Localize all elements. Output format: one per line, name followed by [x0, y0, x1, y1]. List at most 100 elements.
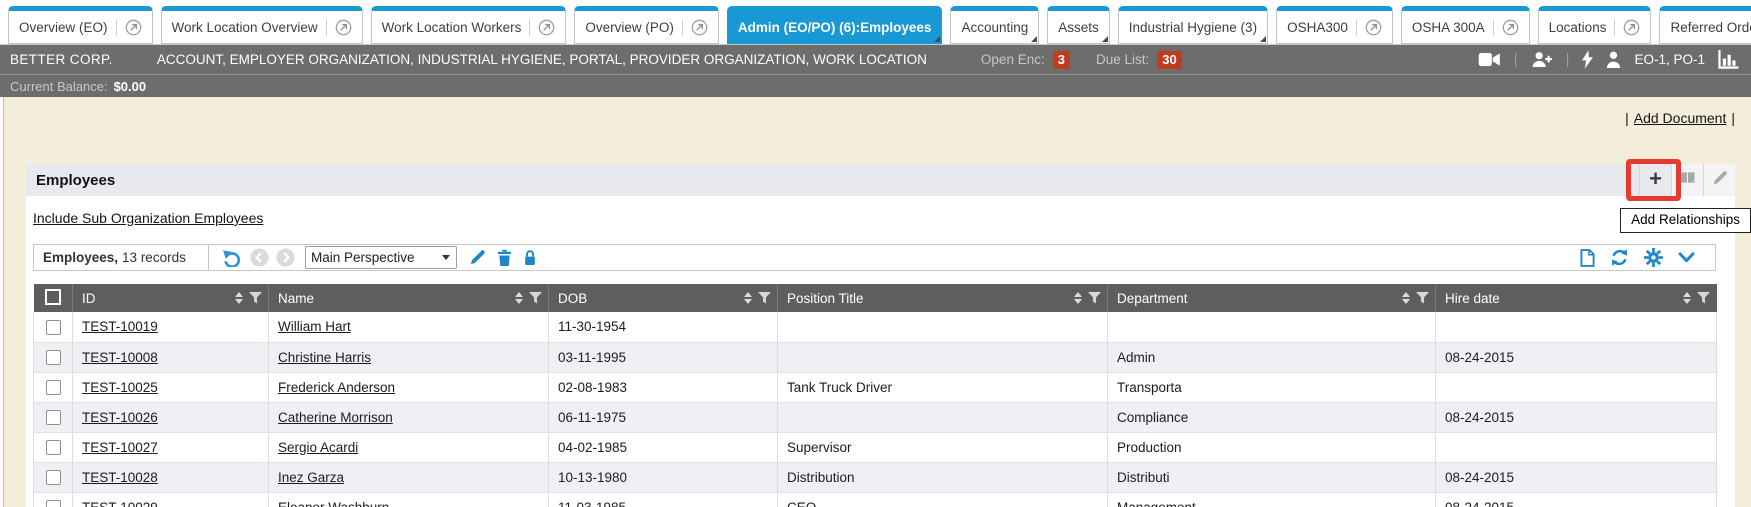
edit-pencil-icon[interactable] — [469, 249, 486, 266]
column-header[interactable]: DOB — [549, 284, 778, 312]
open-in-new-window-icon[interactable] — [529, 19, 555, 36]
employee-name-link[interactable]: Catherine Morrison — [278, 410, 393, 425]
tab[interactable]: Work Location Overview — [161, 6, 363, 44]
employee-id-link[interactable]: TEST-10008 — [82, 350, 158, 365]
add-person-icon[interactable] — [1531, 51, 1553, 68]
employee-name-link[interactable]: Inez Garza — [278, 470, 344, 485]
open-enc-badge[interactable]: 3 — [1053, 51, 1070, 69]
tab[interactable]: OSHA300 — [1276, 6, 1393, 44]
tab[interactable]: Referred Orders — [1659, 6, 1751, 44]
column-label: DOB — [558, 291, 587, 306]
employee-id-link[interactable]: TEST-10025 — [82, 380, 158, 395]
table-row[interactable]: TEST-10025 Frederick Anderson 02-08-1983… — [34, 372, 1717, 402]
table-row[interactable]: TEST-10027 Sergio Acardi 04-02-1985 Supe… — [34, 432, 1717, 462]
collapse-chevron-icon[interactable] — [1678, 252, 1695, 263]
previous-icon[interactable] — [250, 248, 269, 267]
employee-id-link[interactable]: TEST-10027 — [82, 440, 158, 455]
tab[interactable]: Locations — [1538, 6, 1652, 44]
table-row[interactable]: TEST-10026 Catherine Morrison 06-11-1975… — [34, 402, 1717, 432]
employee-hire-date-cell — [1436, 312, 1717, 342]
open-in-new-window-icon[interactable] — [1356, 19, 1382, 36]
employee-name-link[interactable]: Sergio Acardi — [278, 440, 358, 455]
next-icon[interactable] — [276, 248, 295, 267]
employee-id-link[interactable]: TEST-10026 — [82, 410, 158, 425]
employee-id-link[interactable]: TEST-10029 — [82, 500, 158, 507]
employee-name-link[interactable]: William Hart — [278, 319, 351, 334]
video-camera-icon[interactable] — [1478, 52, 1501, 67]
settings-gear-icon[interactable] — [1644, 248, 1663, 267]
employee-name-cell: Inez Garza — [269, 462, 549, 492]
open-in-new-window-icon[interactable] — [1614, 19, 1640, 36]
filter-funnel-icon[interactable] — [1088, 292, 1101, 304]
relationships-book-button[interactable] — [1671, 164, 1703, 196]
select-all-header[interactable] — [34, 284, 73, 312]
tab[interactable]: Accounting — [950, 6, 1039, 44]
employee-position-cell: CEO — [778, 492, 1108, 507]
row-checkbox[interactable] — [46, 380, 61, 395]
column-header[interactable]: Position Title — [778, 284, 1108, 312]
tab[interactable]: OSHA 300A — [1401, 6, 1530, 44]
select-all-checkbox[interactable] — [45, 289, 61, 305]
tab[interactable]: Overview (EO) — [8, 6, 153, 44]
tab[interactable]: Industrial Hygiene (3) — [1118, 6, 1268, 44]
employee-id-link[interactable]: TEST-10019 — [82, 319, 158, 334]
add-relationships-button[interactable]: + — [1639, 164, 1671, 196]
employee-name-link[interactable]: Frederick Anderson — [278, 380, 395, 395]
tab-label: OSHA300 — [1287, 20, 1348, 35]
employee-id-link[interactable]: TEST-10028 — [82, 470, 158, 485]
row-checkbox[interactable] — [46, 500, 61, 507]
filter-funnel-icon[interactable] — [249, 292, 262, 304]
tab[interactable]: Admin (EO/PO) (6):Employees — [727, 6, 943, 44]
column-header[interactable]: Department — [1108, 284, 1436, 312]
trash-icon[interactable] — [497, 249, 512, 267]
row-checkbox[interactable] — [46, 320, 61, 335]
table-row[interactable]: TEST-10028 Inez Garza 10-13-1980 Distrib… — [34, 462, 1717, 492]
refresh-icon[interactable] — [1610, 248, 1629, 267]
lightning-icon[interactable] — [1582, 50, 1593, 69]
row-checkbox[interactable] — [46, 440, 61, 455]
new-document-icon[interactable] — [1580, 249, 1595, 267]
column-header[interactable]: Hire date — [1436, 284, 1717, 312]
include-sub-organization-link[interactable]: Include Sub Organization Employees — [33, 210, 263, 226]
tab[interactable]: Assets — [1047, 6, 1110, 44]
balance-bar: Current Balance: $0.00 — [0, 74, 1751, 97]
sort-icon[interactable] — [744, 292, 752, 304]
due-list-badge[interactable]: 30 — [1157, 51, 1181, 69]
filter-funnel-icon[interactable] — [1697, 292, 1710, 304]
open-in-new-window-icon[interactable] — [682, 19, 708, 36]
perspective-select[interactable]: Main Perspective — [305, 246, 457, 269]
sort-icon[interactable] — [1402, 292, 1410, 304]
table-row[interactable]: TEST-10029 Eleanor Washburn 11-03-1985 C… — [34, 492, 1717, 507]
column-label: Hire date — [1445, 291, 1500, 306]
bar-chart-icon[interactable] — [1718, 50, 1739, 69]
sort-icon[interactable] — [1074, 292, 1082, 304]
table-body: TEST-10019 William Hart 11-30-1954 TEST-… — [34, 312, 1717, 507]
open-in-new-window-icon[interactable] — [1493, 19, 1519, 36]
table-row[interactable]: TEST-10019 William Hart 11-30-1954 — [34, 312, 1717, 342]
row-checkbox[interactable] — [46, 410, 61, 425]
open-in-new-window-icon[interactable] — [116, 19, 142, 36]
column-header[interactable]: ID — [73, 284, 269, 312]
sort-icon[interactable] — [515, 292, 523, 304]
sort-icon[interactable] — [1683, 292, 1691, 304]
lock-icon[interactable] — [523, 249, 537, 266]
person-icon[interactable] — [1606, 51, 1621, 68]
edit-button[interactable] — [1703, 164, 1735, 196]
filter-funnel-icon[interactable] — [529, 292, 542, 304]
undo-icon[interactable] — [222, 248, 243, 267]
column-header[interactable]: Name — [269, 284, 549, 312]
add-document-link[interactable]: Add Document — [1634, 110, 1727, 126]
employee-name-link[interactable]: Christine Harris — [278, 350, 371, 365]
employee-name-link[interactable]: Eleanor Washburn — [278, 500, 389, 507]
book-icon — [1679, 171, 1696, 190]
open-in-new-window-icon[interactable] — [326, 19, 352, 36]
sort-icon[interactable] — [235, 292, 243, 304]
row-checkbox[interactable] — [46, 470, 61, 485]
tab[interactable]: Overview (PO) — [574, 6, 719, 44]
employee-position-cell: Tank Truck Driver — [778, 372, 1108, 402]
filter-funnel-icon[interactable] — [758, 292, 771, 304]
filter-funnel-icon[interactable] — [1416, 292, 1429, 304]
table-row[interactable]: TEST-10008 Christine Harris 03-11-1995 A… — [34, 342, 1717, 372]
tab[interactable]: Work Location Workers — [371, 6, 567, 44]
row-checkbox[interactable] — [46, 350, 61, 365]
